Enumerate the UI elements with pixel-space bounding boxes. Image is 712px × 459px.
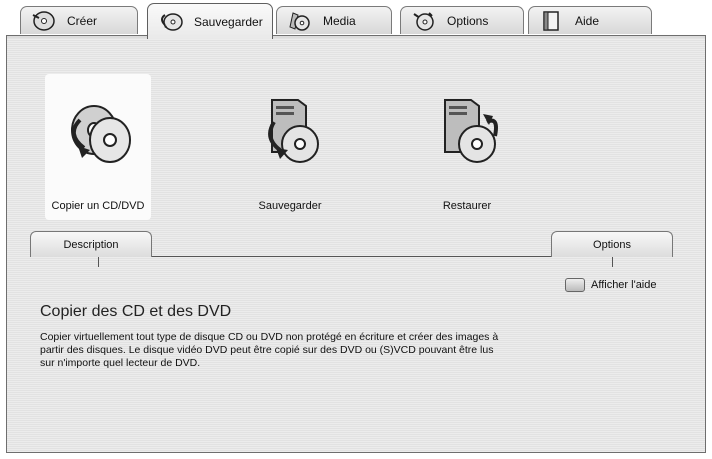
copy-cd-dvd-action[interactable]: Copier un CD/DVD	[45, 74, 151, 220]
tab-options[interactable]: Options	[400, 6, 524, 34]
tab-label: Options	[447, 13, 489, 28]
tab-description[interactable]: Description	[30, 231, 152, 257]
show-help-toggle[interactable]: Afficher l'aide	[565, 278, 657, 292]
tab-options-panel[interactable]: Options	[551, 231, 673, 257]
restore-server-icon	[444, 99, 498, 163]
connector-vertical-right	[612, 256, 613, 267]
tab-sauvegarder[interactable]: Sauvegarder	[147, 3, 273, 39]
connector-vertical-desc	[98, 256, 99, 267]
backup-label: Sauvegarder	[258, 200, 322, 212]
tab-label: Aide	[575, 13, 600, 28]
show-help-label: Afficher l'aide	[591, 279, 657, 291]
media-icon	[283, 9, 315, 33]
tab-aide[interactable]: Aide	[528, 6, 652, 34]
copy-cd-dvd-label: Copier un CD/DVD	[51, 200, 145, 212]
backup-server-icon	[268, 99, 319, 163]
tab-label: Media	[323, 13, 356, 28]
help-book-icon	[535, 9, 567, 33]
tab-label: Créer	[67, 13, 98, 28]
panel-top-highlight	[7, 36, 705, 38]
connector-horizontal	[98, 256, 612, 257]
main-tab-bar: Créer Sauvegarder Media Options Aide	[0, 0, 712, 40]
restore-label: Restaurer	[442, 200, 492, 212]
copy-cd-dvd-icon	[71, 105, 131, 163]
backup-action[interactable]: Sauvegarder	[237, 74, 343, 220]
create-disc-icon	[27, 9, 59, 33]
tab-media[interactable]: Media	[276, 6, 392, 34]
backup-icon	[154, 10, 186, 34]
description-title: Copier des CD et des DVD	[40, 303, 232, 320]
toggle-switch-icon	[565, 278, 585, 292]
restore-action[interactable]: Restaurer	[414, 74, 520, 220]
tab-label: Sauvegarder	[194, 14, 263, 29]
options-icon	[407, 9, 439, 33]
tab-creer[interactable]: Créer	[20, 6, 138, 34]
description-body: Copier virtuellement tout type de disque…	[40, 331, 499, 369]
